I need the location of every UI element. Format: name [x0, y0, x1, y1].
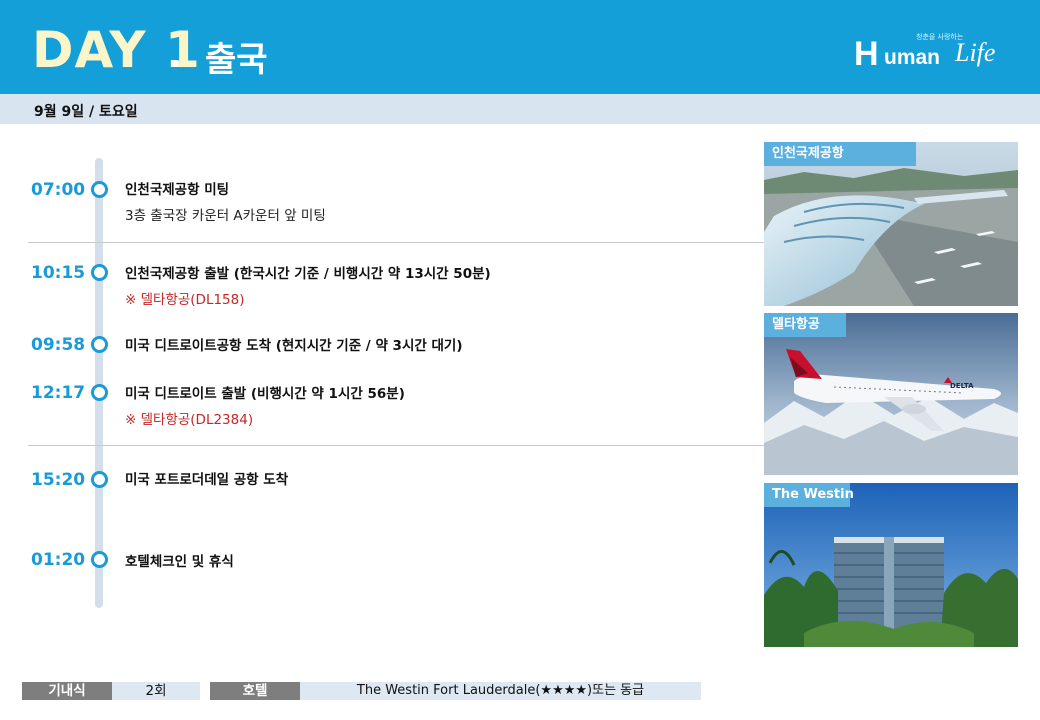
airport-illustration: [764, 142, 1018, 306]
timeline-dot-icon: [91, 551, 108, 568]
delta-airline-photo: DELTA 델타항공: [764, 313, 1018, 475]
divider: [28, 445, 765, 446]
photo-label: The Westin: [764, 483, 854, 507]
schedule-time: 10:15: [31, 263, 86, 283]
day-title: DAY 1: [32, 21, 201, 79]
timeline-track: [95, 158, 103, 608]
day-title-dot: [171, 60, 178, 67]
hotel-label: 호텔: [210, 682, 300, 700]
header-banner: DAY 1 출국 청춘을 사랑하는 H uman Life: [0, 0, 1040, 94]
schedule-flight-note: ※ 델타항공(DL158): [125, 292, 245, 308]
logo-h-letter: H: [854, 35, 879, 73]
schedule-title: 인천국제공항 출발 (한국시간 기준 / 비행시간 약 13시간 50분): [125, 266, 491, 282]
schedule-time: 09:58: [31, 335, 86, 355]
schedule-flight-note: ※ 델타항공(DL2384): [125, 412, 254, 428]
divider: [28, 242, 765, 243]
westin-hotel-photo: The Westin: [764, 483, 1018, 647]
timeline-dot-icon: [91, 181, 108, 198]
airplane-illustration: DELTA: [764, 313, 1018, 475]
schedule-title: 인천국제공항 미팅: [125, 182, 230, 198]
meal-value: 2회: [112, 682, 200, 700]
human-life-logo: 청춘을 사랑하는 H uman Life: [852, 32, 1002, 76]
schedule-title: 호텔체크인 및 휴식: [125, 554, 234, 570]
schedule-title: 미국 포트로더데일 공항 도착: [125, 472, 289, 488]
date-bar: 9월 9일 / 토요일: [0, 94, 1040, 124]
photo-label: 인천국제공항: [764, 142, 916, 166]
timeline-dot-icon: [91, 264, 108, 281]
meal-label: 기내식: [22, 682, 112, 700]
schedule-title: 미국 디트로이트 출발 (비행시간 약 1시간 56분): [125, 386, 405, 402]
livery-text: DELTA: [950, 382, 974, 390]
schedule-detail: 3층 출국장 카운터 A카운터 앞 미팅: [125, 208, 326, 224]
timeline-dot-icon: [91, 471, 108, 488]
timeline-dot-icon: [91, 336, 108, 353]
schedule-time: 15:20: [31, 470, 86, 490]
schedule-time: 01:20: [31, 550, 86, 570]
incheon-airport-photo: 인천국제공항: [764, 142, 1018, 306]
day-subtitle: 출국: [205, 40, 268, 80]
schedule-title: 미국 디트로이트공항 도착 (현지시간 기준 / 약 3시간 대기): [125, 338, 463, 354]
timeline-dot-icon: [91, 384, 108, 401]
schedule-time: 12:17: [31, 383, 86, 403]
hotel-illustration: [764, 483, 1018, 647]
schedule-time: 07:00: [31, 180, 86, 200]
hotel-value: The Westin Fort Lauderdale(★★★★)또는 동급: [300, 682, 701, 700]
logo-brand-text: uman: [884, 46, 941, 69]
date-text: 9월 9일 / 토요일: [34, 104, 138, 120]
logo-brand-script: Life: [955, 38, 996, 67]
photo-label: 델타항공: [764, 313, 846, 337]
